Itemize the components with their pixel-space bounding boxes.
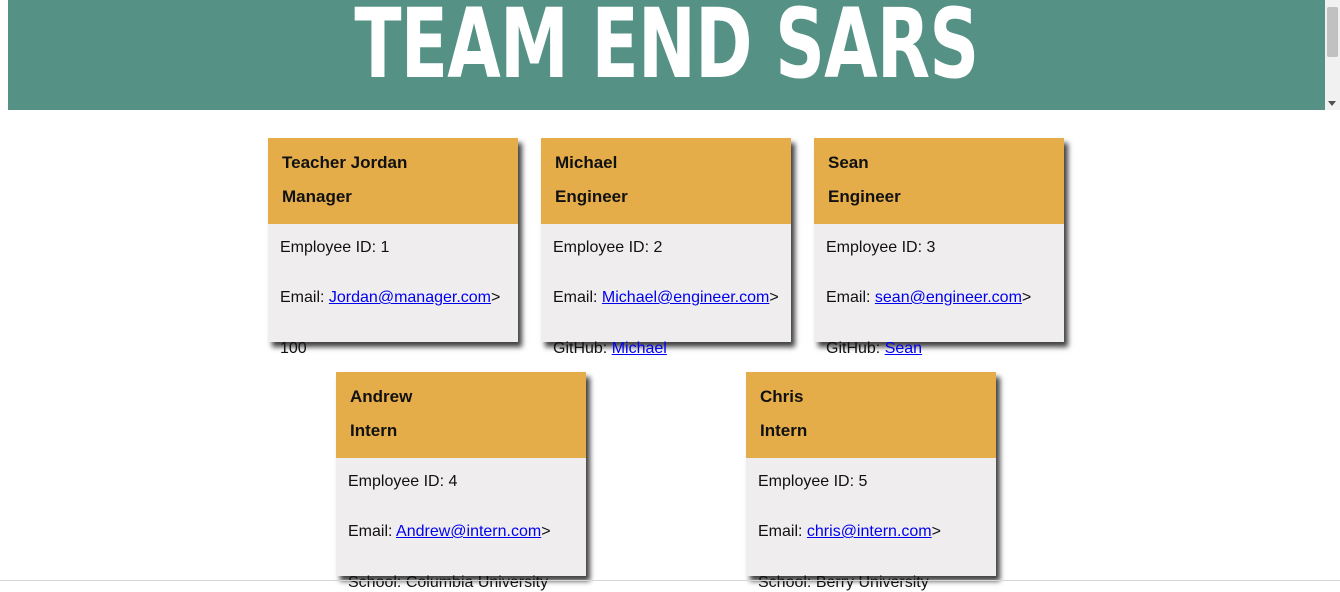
card-header: Andrew Intern: [336, 372, 586, 458]
card-header: Chris Intern: [746, 372, 996, 458]
employee-role: Intern: [760, 421, 808, 440]
employee-role: Engineer: [828, 187, 901, 206]
employee-email-row: Email: Jordan@manager.com>: [280, 289, 506, 307]
employee-card-engineer: Michael Engineer Employee ID: 2 Email: M…: [541, 138, 791, 357]
email-label: Email:: [280, 289, 329, 306]
employee-email-row: Email: Michael@engineer.com>: [553, 289, 779, 307]
employee-role: Engineer: [555, 187, 628, 206]
school-row: School: Berry University: [758, 574, 929, 592]
header-banner: TEAM END SARS: [8, 0, 1325, 110]
card-body: Employee ID: 5 Email: chris@intern.com>: [746, 458, 996, 576]
employee-id: Employee ID: 5: [758, 473, 868, 490]
email-link[interactable]: sean@engineer.com: [875, 289, 1022, 306]
email-link[interactable]: chris@intern.com: [807, 523, 932, 540]
employee-email-row: Email: Andrew@intern.com>: [348, 523, 574, 541]
employee-name: Michael: [555, 153, 618, 172]
card-header: Michael Engineer: [541, 138, 791, 224]
school-name: Berry University: [815, 574, 929, 591]
card-body: Employee ID: 3 Email: sean@engineer.com>: [814, 224, 1064, 342]
office-number-row: 100: [280, 340, 307, 358]
github-label: GitHub:: [826, 340, 885, 357]
github-label: GitHub:: [553, 340, 612, 357]
employee-name: Chris: [760, 387, 804, 406]
github-link[interactable]: Michael: [612, 340, 667, 357]
github-link[interactable]: Sean: [885, 340, 922, 357]
github-row: GitHub: Sean: [826, 340, 922, 358]
employee-name: Andrew: [350, 387, 413, 406]
card-body: Employee ID: 4 Email: Andrew@intern.com>: [336, 458, 586, 576]
email-link[interactable]: Andrew@intern.com: [396, 523, 541, 540]
card-header: Teacher Jordan Manager: [268, 138, 518, 224]
email-link[interactable]: Jordan@manager.com: [329, 289, 491, 306]
employee-id: Employee ID: 1: [280, 239, 390, 256]
employee-email-row: Email: chris@intern.com>: [758, 523, 984, 541]
vertical-scrollbar[interactable]: [1325, 0, 1340, 110]
email-suffix: >: [491, 289, 501, 306]
email-suffix: >: [1021, 289, 1032, 306]
employee-role: Intern: [350, 421, 398, 440]
employee-card-manager: Teacher Jordan Manager Employee ID: 1 Em…: [268, 138, 518, 357]
email-label: Email:: [553, 289, 602, 306]
email-suffix: >: [769, 289, 779, 306]
employee-email-row: Email: sean@engineer.com>: [826, 289, 1052, 307]
employee-name: Sean: [828, 153, 869, 172]
card-body: Employee ID: 1 Email: Jordan@manager.com…: [268, 224, 518, 342]
employee-id: Employee ID: 3: [826, 239, 936, 256]
employee-card-intern: Chris Intern Employee ID: 5 Email: chris…: [746, 372, 996, 591]
employee-role: Manager: [282, 187, 352, 206]
email-label: Email:: [758, 523, 807, 540]
email-suffix: >: [931, 523, 941, 540]
school-name: Columbia University: [405, 574, 549, 591]
employee-id: Employee ID: 4: [348, 473, 458, 490]
school-label: School:: [348, 574, 406, 591]
employee-card-intern: Andrew Intern Employee ID: 4 Email: Andr…: [336, 372, 586, 591]
office-number: 100: [280, 340, 307, 357]
page-title: TEAM END SARS: [354, 0, 979, 100]
github-row: GitHub: Michael: [553, 340, 667, 358]
card-body: Employee ID: 2 Email: Michael@engineer.c…: [541, 224, 791, 342]
employee-id: Employee ID: 2: [553, 239, 663, 256]
viewport-bottom-divider: [0, 580, 1340, 581]
scrollbar-thumb[interactable]: [1327, 7, 1338, 57]
email-suffix: >: [541, 523, 551, 540]
email-link[interactable]: Michael@engineer.com: [602, 289, 769, 306]
employee-name: Teacher Jordan: [282, 153, 408, 172]
card-header: Sean Engineer: [814, 138, 1064, 224]
employee-card-engineer: Sean Engineer Employee ID: 3 Email: sean…: [814, 138, 1064, 357]
scroll-down-arrow-icon[interactable]: [1328, 101, 1336, 106]
school-row: School: Columbia University: [348, 574, 548, 592]
school-label: School:: [758, 574, 816, 591]
email-label: Email:: [826, 289, 875, 306]
email-label: Email:: [348, 523, 397, 540]
